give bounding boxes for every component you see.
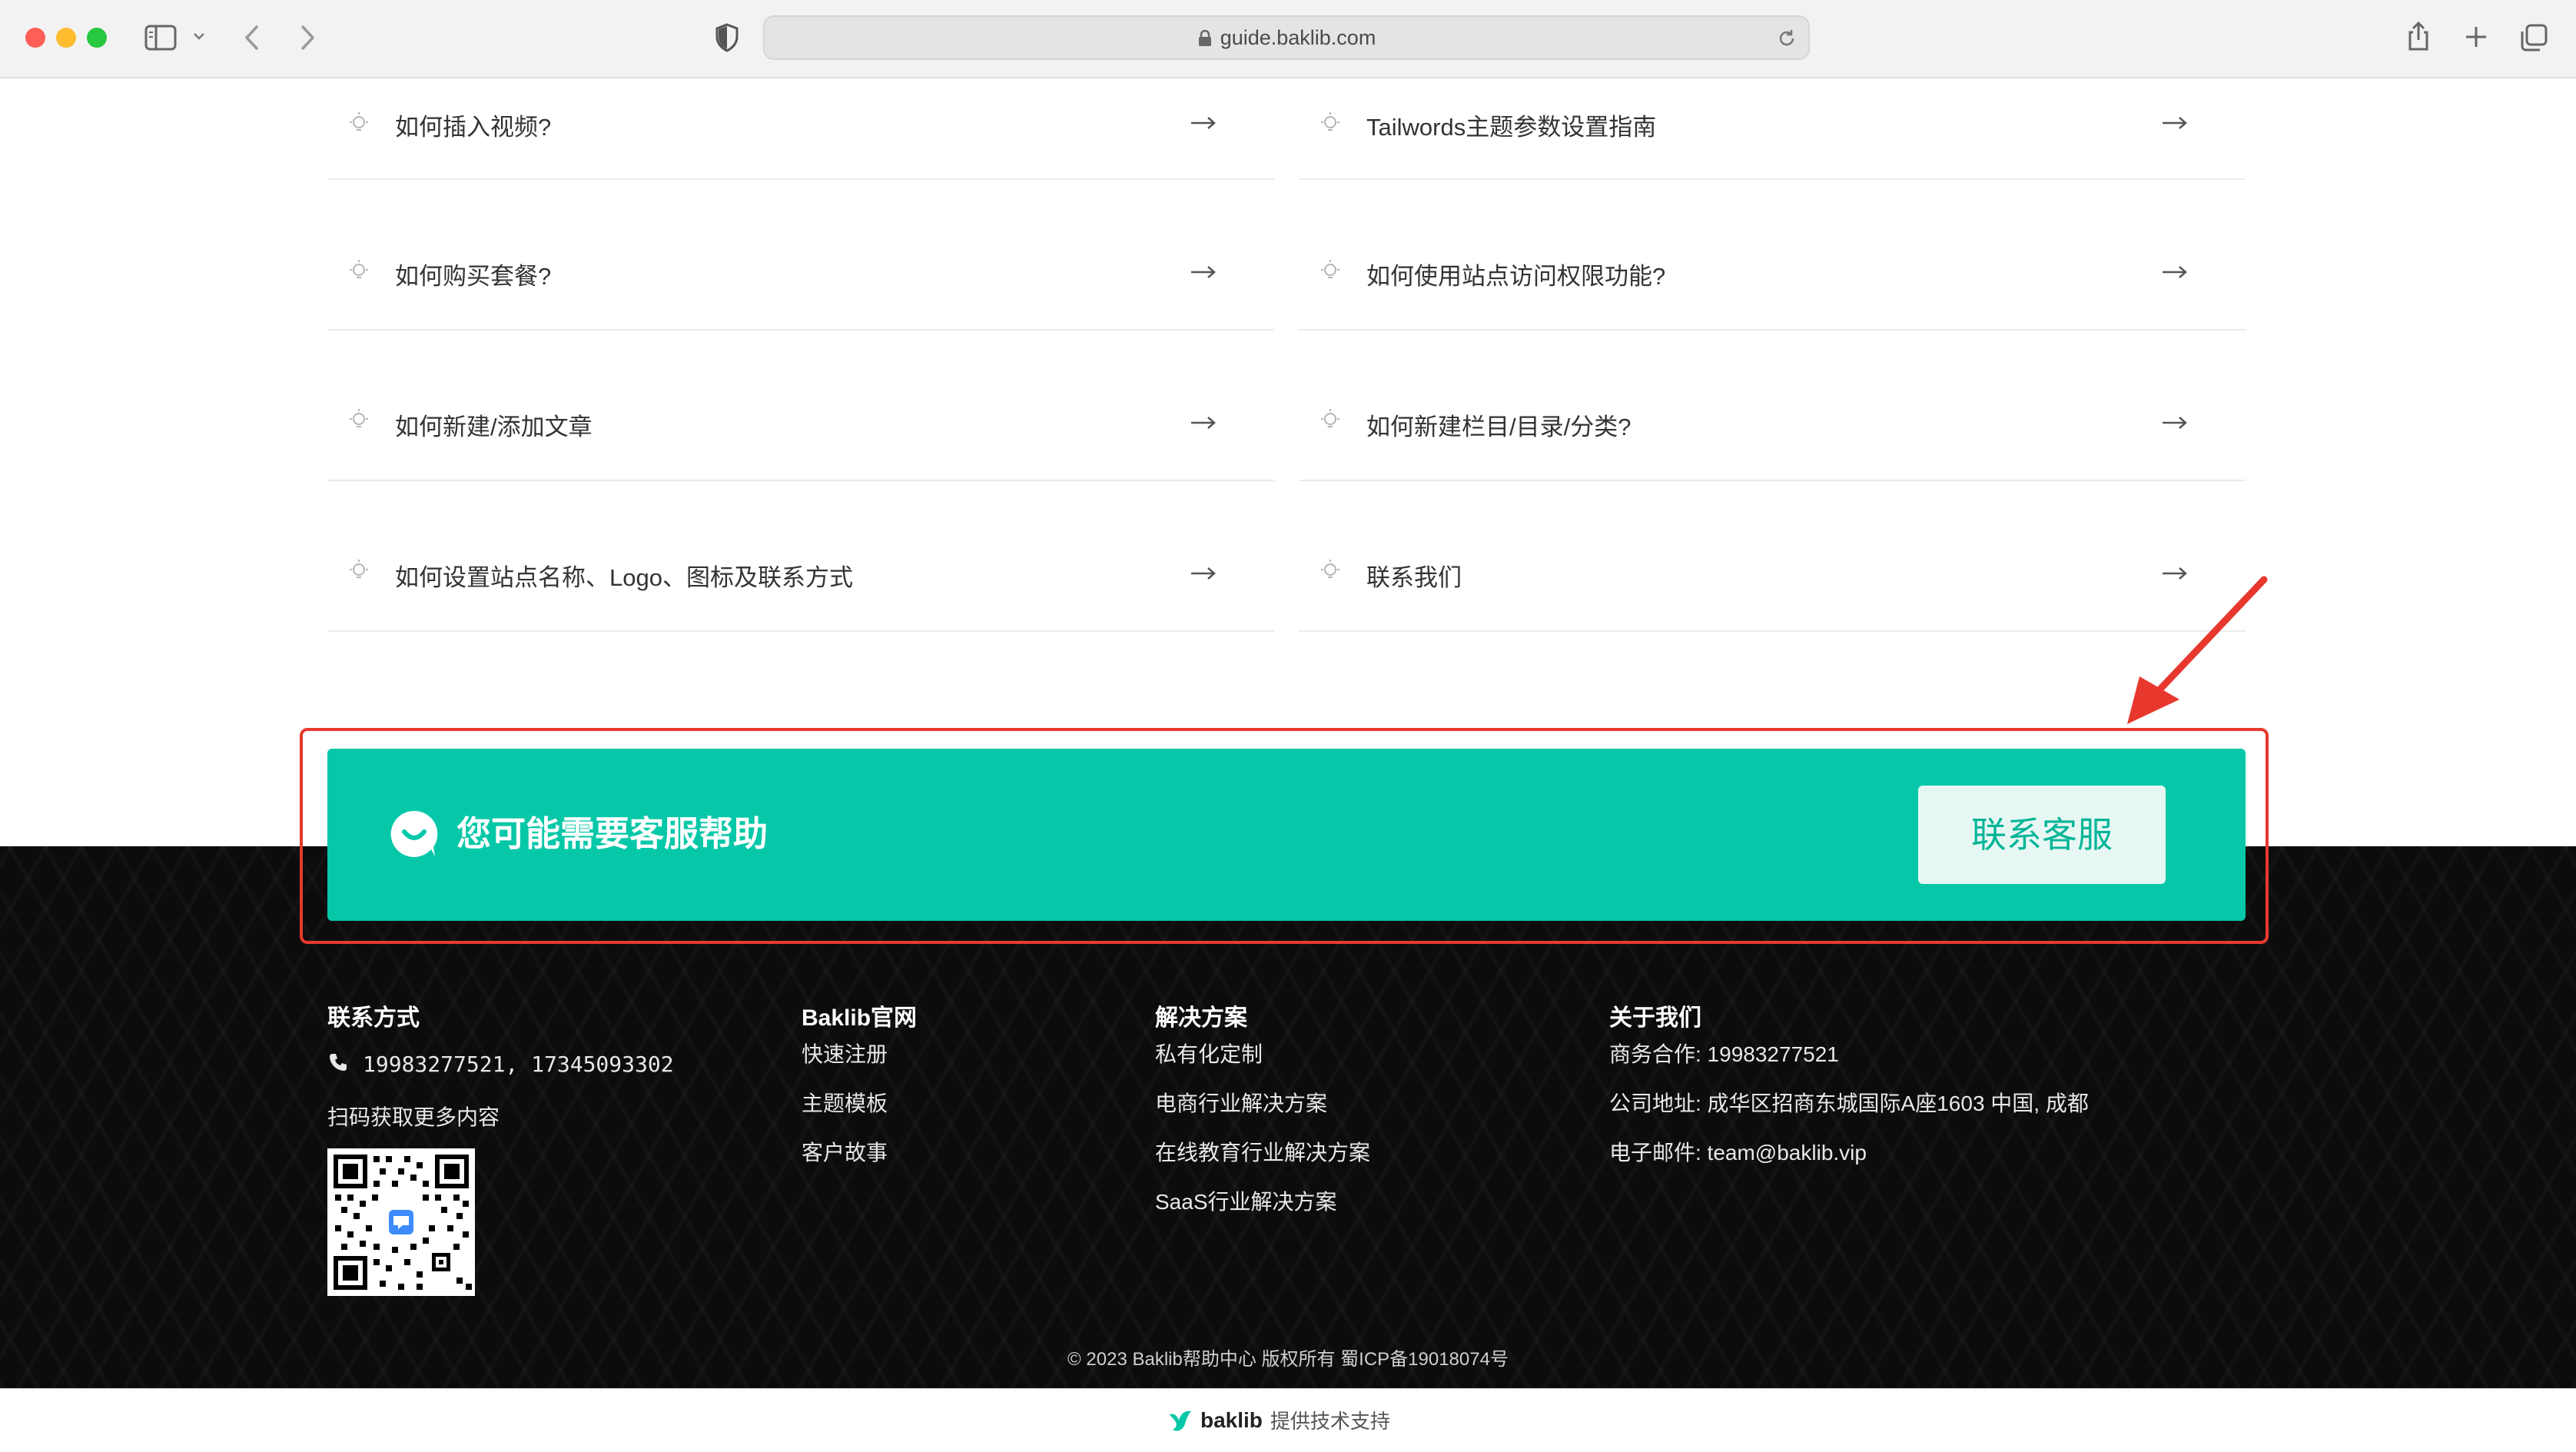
qr-code-icon — [327, 1148, 475, 1296]
lightbulb-icon — [1321, 409, 1339, 427]
close-window-button[interactable] — [25, 28, 45, 48]
lightbulb-icon — [350, 112, 368, 131]
article-title: 如何新建栏目/目录/分类? — [1366, 414, 1632, 440]
footer-link-private[interactable]: 私有化定制 — [1155, 1038, 1263, 1068]
article-title: 如何新建/添加文章 — [395, 414, 593, 440]
baklib-logo-icon — [1170, 1410, 1191, 1431]
lightbulb-icon — [350, 409, 368, 427]
article-item[interactable]: 如何购买套餐? — [327, 180, 1274, 331]
article-title: 如何设置站点名称、Logo、图标及联系方式 — [395, 564, 853, 591]
arrow-right-icon — [2163, 266, 2187, 278]
share-icon[interactable] — [2406, 20, 2431, 52]
article-item[interactable]: Tailwords主题参数设置指南 — [1299, 29, 2246, 180]
copyright-text: © 2023 Baklib帮助中心 版权所有 蜀ICP备19018074号 — [1067, 1349, 1509, 1370]
footer-address: 公司地址: 成华区招商东城国际A座1603 中国, 成都 — [1609, 1091, 2089, 1115]
footer-link-stories[interactable]: 客户故事 — [802, 1136, 888, 1167]
powered-by-bar: baklib 提供技术支持 — [0, 1388, 2576, 1452]
footer-link-ecommerce[interactable]: 电商行业解决方案 — [1155, 1087, 1327, 1118]
powered-by-text: 提供技术支持 — [1270, 1410, 1390, 1433]
arrow-right-icon — [1191, 266, 1216, 278]
footer-link-saas[interactable]: SaaS行业解决方案 — [1155, 1185, 1337, 1216]
annotation-arrow-icon — [2127, 576, 2268, 724]
lightbulb-icon — [1321, 560, 1339, 578]
qr-code-image — [327, 1148, 475, 1296]
footer-link-themes[interactable]: 主题模板 — [802, 1087, 888, 1118]
arrow-right-icon — [1191, 567, 1216, 580]
baklib-logo-text: baklib — [1200, 1407, 1263, 1432]
article-item[interactable]: 如何新建/添加文章 — [327, 331, 1274, 481]
scan-qr-text: 扫码获取更多内容 — [327, 1105, 500, 1129]
contact-phones: 19983277521, 17345093302 — [363, 1052, 674, 1077]
zoom-window-button[interactable] — [87, 28, 107, 48]
highlight-box — [300, 728, 2269, 944]
article-item[interactable]: 如何新建栏目/目录/分类? — [1299, 331, 2246, 481]
chevron-down-icon[interactable] — [192, 31, 206, 42]
footer-business: 商务合作: 19983277521 — [1609, 1042, 1839, 1066]
powered-by-link[interactable]: baklib 提供技术支持 — [1167, 1406, 1390, 1437]
footer-link-register[interactable]: 快速注册 — [802, 1038, 888, 1068]
lightbulb-icon — [1321, 260, 1339, 278]
footer-heading-contact: 联系方式 — [327, 1005, 420, 1031]
lightbulb-icon — [350, 560, 368, 578]
phone-icon — [330, 1054, 347, 1071]
article-item[interactable]: 如何设置站点名称、Logo、图标及联系方式 — [327, 481, 1274, 632]
footer-email[interactable]: 电子邮件: team@baklib.vip — [1609, 1136, 1867, 1167]
arrow-right-icon — [1191, 417, 1216, 429]
minimize-window-button[interactable] — [56, 28, 76, 48]
tab-overview-icon[interactable] — [2519, 23, 2548, 52]
new-tab-icon[interactable] — [2464, 25, 2488, 49]
footer-link-education[interactable]: 在线教育行业解决方案 — [1155, 1136, 1370, 1167]
arrow-right-icon — [2163, 117, 2187, 129]
footer-heading-about: 关于我们 — [1609, 1005, 1701, 1031]
footer-heading-official: Baklib官网 — [802, 1005, 918, 1031]
article-title: Tailwords主题参数设置指南 — [1366, 114, 1657, 141]
footer-heading-solutions: 解决方案 — [1155, 1005, 1247, 1031]
arrow-right-icon — [2163, 417, 2187, 429]
lightbulb-icon — [350, 260, 368, 278]
lightbulb-icon — [1321, 112, 1339, 131]
arrow-right-icon — [1191, 117, 1216, 129]
article-item[interactable]: 联系我们 — [1299, 481, 2246, 632]
sidebar-toggle-icon[interactable] — [144, 25, 177, 51]
article-title: 如何使用站点访问权限功能? — [1366, 263, 1666, 290]
article-title: 如何购买套餐? — [395, 263, 552, 290]
forward-icon[interactable] — [298, 25, 317, 51]
article-title: 如何插入视频? — [395, 114, 552, 141]
article-item[interactable]: 如何使用站点访问权限功能? — [1299, 180, 2246, 331]
back-icon[interactable] — [243, 25, 261, 51]
article-item[interactable]: 如何插入视频? — [327, 29, 1274, 180]
article-title: 联系我们 — [1366, 564, 1462, 591]
